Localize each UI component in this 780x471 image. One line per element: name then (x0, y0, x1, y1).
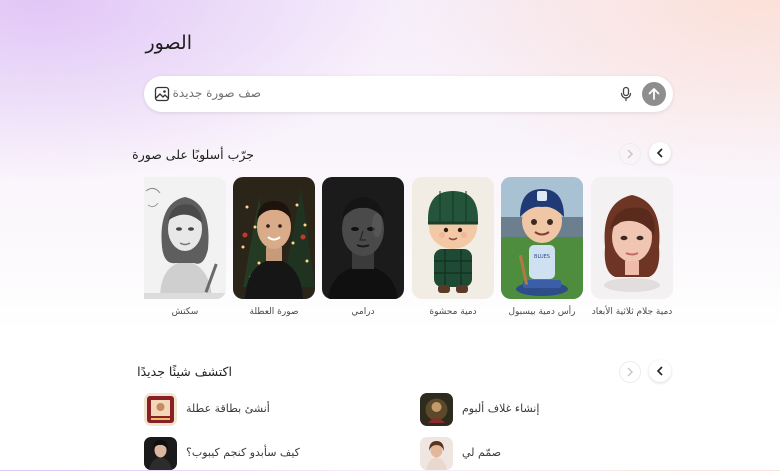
sketch-portrait-image (144, 177, 226, 299)
prompt-search-bar[interactable]: صف صورة جديدة (144, 76, 673, 112)
discover-item-label: صمّم لي (462, 446, 502, 459)
style-card-label: دمية جلام ثلاثية الأبعاد (591, 307, 673, 317)
jersey-text: BLUES (534, 254, 550, 260)
discover-item-label: كيف سأبدو كنجم كيبوب؟ (186, 446, 300, 459)
style-card-holiday[interactable] (233, 177, 315, 299)
discover-item-label: أنشئ بطاقة عطلة (186, 402, 270, 415)
send-button[interactable] (642, 82, 666, 106)
kpop-star-thumbnail (144, 437, 177, 470)
styles-section-title: جرّب أسلوبًا على صورة (132, 147, 254, 162)
microphone-icon[interactable] (618, 86, 634, 102)
holiday-portrait-image (233, 177, 315, 299)
style-card-sketch[interactable] (144, 177, 226, 299)
bobblehead-image: BLUES (501, 177, 583, 299)
chevron-left-icon (656, 148, 663, 158)
page-title: الصور (145, 32, 192, 54)
add-image-icon[interactable] (154, 86, 170, 102)
style-card-label: سكتش (171, 307, 199, 317)
style-card-3d-doll[interactable] (591, 177, 673, 299)
styles-next-button[interactable] (649, 142, 671, 164)
discover-item-label: إنشاء غلاف ألبوم (462, 402, 540, 415)
chevron-right-icon (627, 367, 634, 377)
discover-item-album-cover[interactable]: إنشاء غلاف ألبوم (420, 393, 580, 427)
discover-item-holiday-card[interactable]: أنشئ بطاقة عطلة (144, 393, 344, 427)
album-cover-thumbnail (420, 393, 453, 426)
discover-prev-button[interactable] (619, 361, 641, 383)
discover-next-button[interactable] (649, 360, 671, 382)
chevron-left-icon (656, 366, 663, 376)
search-input[interactable]: صف صورة جديدة (173, 86, 261, 100)
design-me-thumbnail (420, 437, 453, 470)
discover-item-kpop-star[interactable]: كيف سأبدو كنجم كيبوب؟ (144, 437, 344, 471)
discover-section-title: اكتشف شيئًا جديدًا (137, 364, 232, 379)
holiday-card-thumbnail (144, 393, 177, 426)
clay-doll-image (591, 177, 673, 299)
plush-doll-image (412, 177, 494, 299)
discover-item-design-me[interactable]: صمّم لي (420, 437, 580, 471)
style-card-label: رأس دمية بيسبول (508, 307, 576, 317)
style-card-bobblehead[interactable]: BLUES (501, 177, 583, 299)
style-card-label: درامي (351, 307, 375, 317)
main-content: الصور صف صورة جديدة جرّب أسلوبًا على صور… (132, 0, 673, 471)
styles-prev-button[interactable] (619, 143, 641, 165)
dramatic-portrait-image (322, 177, 404, 299)
chevron-right-icon (627, 149, 634, 159)
style-card-label: دمية محشوة (429, 307, 477, 317)
style-card-label: صورة العطلة (249, 307, 299, 317)
style-card-dramatic[interactable] (322, 177, 404, 299)
style-card-plush[interactable] (412, 177, 494, 299)
arrow-up-icon (648, 88, 660, 100)
